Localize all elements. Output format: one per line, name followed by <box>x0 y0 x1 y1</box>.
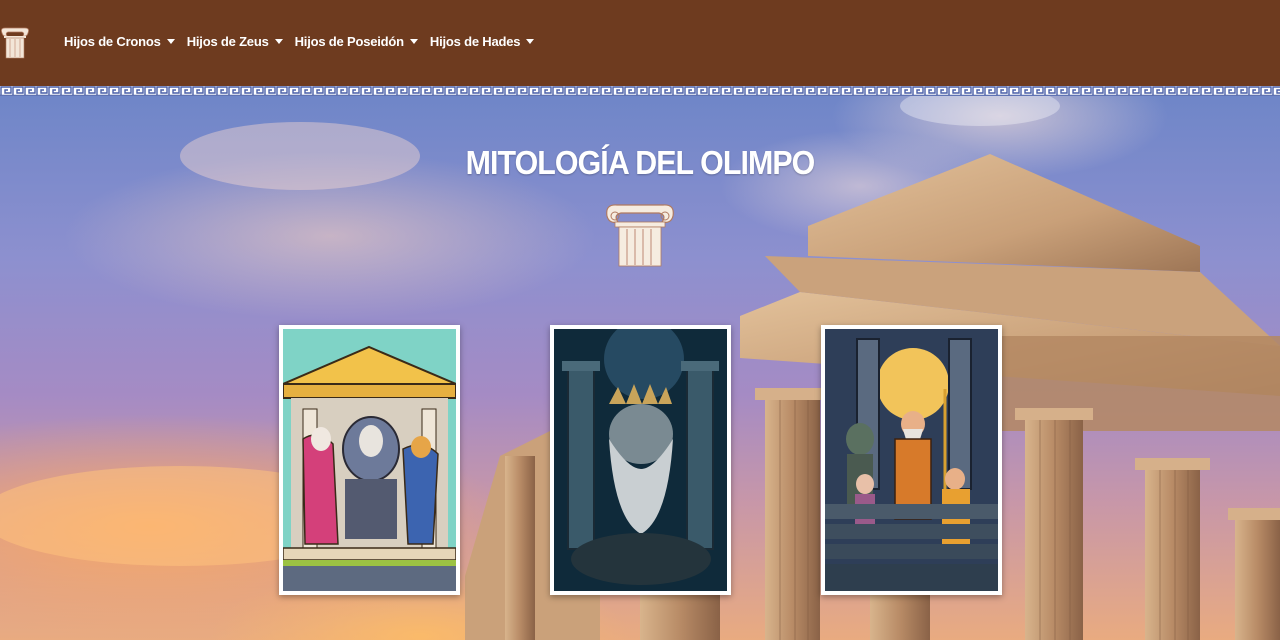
underworld-gods-illustration <box>825 329 998 591</box>
caret-down-icon <box>274 39 283 44</box>
ionic-column-icon[interactable] <box>0 26 30 60</box>
nav-hijos-de-hades[interactable]: Hijos de Hades <box>429 34 535 49</box>
caret-down-icon <box>166 39 175 44</box>
main-nav: Hijos de Cronos Hijos de Zeus Hijos de P… <box>64 34 546 49</box>
nav-label: Hijos de Poseidón <box>294 34 404 49</box>
top-navbar: Hijos de Cronos Hijos de Zeus Hijos de P… <box>0 0 1280 86</box>
gods-temple-illustration <box>283 329 456 591</box>
card-bearded-god[interactable] <box>550 325 731 595</box>
card-underworld-gods[interactable] <box>821 325 1002 595</box>
nav-hijos-de-cronos[interactable]: Hijos de Cronos <box>64 34 175 49</box>
caret-down-icon <box>409 39 418 44</box>
nav-label: Hijos de Cronos <box>64 34 161 49</box>
nav-label: Hijos de Zeus <box>186 34 269 49</box>
nav-label: Hijos de Hades <box>429 34 521 49</box>
greek-key-border <box>0 86 1280 96</box>
bearded-god-illustration <box>554 329 727 591</box>
hero-section: MITOLOGÍA DEL OLIMPO <box>0 96 1280 640</box>
caret-down-icon <box>526 39 535 44</box>
ionic-column-icon <box>606 204 674 267</box>
nav-hijos-de-zeus[interactable]: Hijos de Zeus <box>187 34 283 49</box>
card-gods-temple[interactable] <box>279 325 460 595</box>
page-title: MITOLOGÍA DEL OLIMPO <box>465 144 816 181</box>
nav-hijos-de-poseidon[interactable]: Hijos de Poseidón <box>295 34 418 49</box>
